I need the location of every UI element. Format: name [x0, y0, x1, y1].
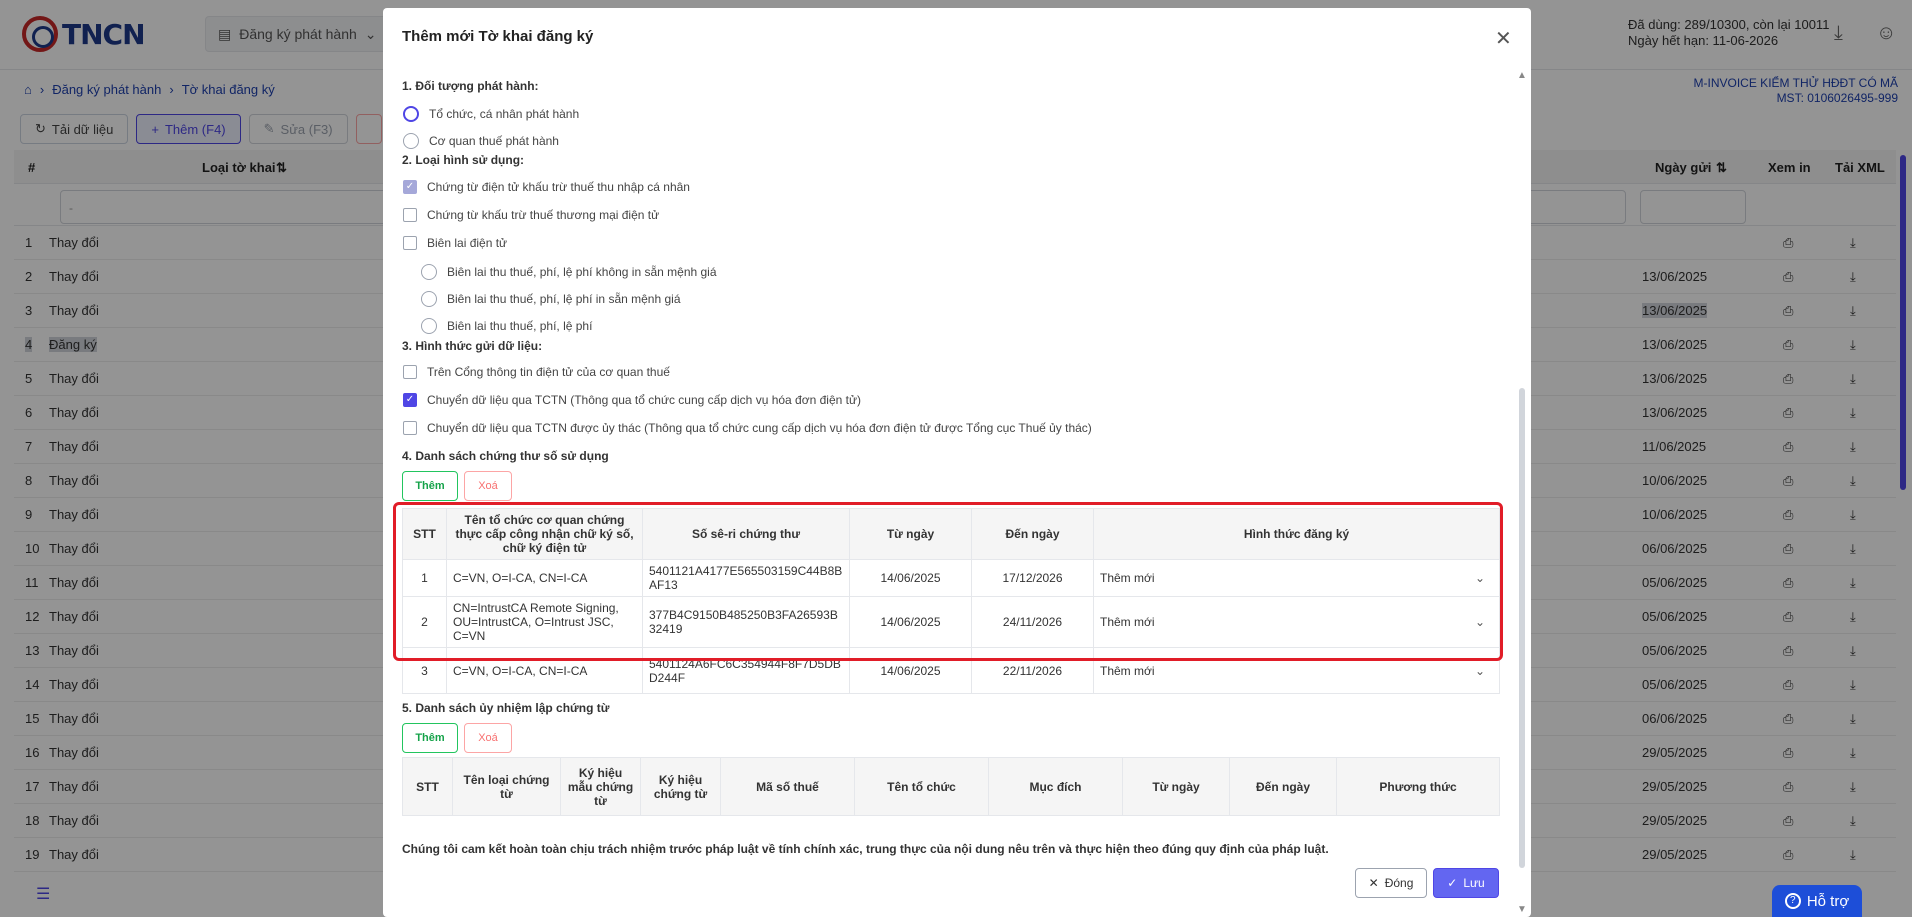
send-option-tctn[interactable]: ✓ Chuyển dữ liệu qua TCTN (Thông qua tổ …: [403, 393, 861, 407]
close-icon: ✕: [1368, 876, 1379, 890]
highlight-frame: [393, 502, 1503, 661]
option-label: Tổ chức, cá nhân phát hành: [429, 107, 580, 121]
radio-unselected[interactable]: [421, 291, 437, 307]
option-label: Biên lai thu thuế, phí, lệ phí in sẵn mệ…: [447, 292, 681, 306]
option-label: Chuyển dữ liệu qua TCTN (Thông qua tổ ch…: [427, 393, 861, 407]
add-delegation-button[interactable]: Thêm: [402, 723, 458, 753]
receipt-sub-option-2[interactable]: Biên lai thu thuế, phí, lệ phí in sẵn mệ…: [421, 291, 681, 307]
modal-title: Thêm mới Tờ khai đăng ký: [402, 28, 594, 45]
th-to: Đến ngày: [1229, 757, 1337, 816]
section2-title: 2. Loại hình sử dụng:: [402, 153, 525, 167]
section1-title: 1. Đối tượng phát hành:: [402, 79, 539, 93]
scroll-up-icon[interactable]: ▲: [1517, 70, 1527, 81]
option-label: Chuyển dữ liệu qua TCTN được ủy thác (Th…: [427, 421, 1092, 435]
help-icon: ?: [1784, 893, 1801, 909]
add-declaration-modal: Thêm mới Tờ khai đăng ký ✕ ▲ ▼ 1. Đối tư…: [383, 8, 1531, 917]
option-label: Biên lai thu thuế, phí, lệ phí không in …: [447, 265, 717, 279]
close-label: Đóng: [1384, 876, 1414, 890]
delegation-table-header: STT Tên loại chứng từ Ký hiệu mẫu chứng …: [402, 757, 1500, 816]
delete-certificate-button[interactable]: Xoá: [464, 471, 512, 501]
close-icon[interactable]: ✕: [1495, 26, 1512, 51]
save-label: Lưu: [1463, 876, 1485, 890]
section3-title: 3. Hình thức gửi dữ liệu:: [402, 339, 543, 353]
form-select-value: Thêm mới: [1100, 663, 1155, 678]
option-label: Biên lai điện tử: [427, 236, 508, 250]
issuer-option-org[interactable]: Tổ chức, cá nhân phát hành: [403, 106, 579, 122]
option-label: Cơ quan thuế phát hành: [429, 134, 559, 148]
modal-scrollbar[interactable]: [1519, 388, 1525, 868]
send-option-tctn-authorized[interactable]: Chuyển dữ liệu qua TCTN được ủy thác (Th…: [403, 421, 1092, 435]
check-icon: ✓: [1447, 876, 1458, 890]
receipt-sub-option-3[interactable]: Biên lai thu thuế, phí, lệ phí: [421, 318, 592, 334]
delegation-table: STT Tên loại chứng từ Ký hiệu mẫu chứng …: [402, 757, 1500, 816]
option-label: Trên Cổng thông tin điện tử của cơ quan …: [427, 365, 670, 379]
delete-delegation-button[interactable]: Xoá: [464, 723, 512, 753]
send-option-portal[interactable]: Trên Cổng thông tin điện tử của cơ quan …: [403, 365, 670, 379]
checkbox-unchecked[interactable]: [403, 421, 417, 435]
th-from: Từ ngày: [1122, 757, 1230, 816]
add-certificate-button[interactable]: Thêm: [402, 471, 458, 501]
issuer-option-tax[interactable]: Cơ quan thuế phát hành: [403, 133, 559, 149]
th-method: Phương thức: [1336, 757, 1500, 816]
th-template-symbol: Ký hiệu mẫu chứng từ: [560, 757, 641, 816]
th-purpose: Mục đích: [988, 757, 1123, 816]
th-org-name: Tên tổ chức: [854, 757, 989, 816]
close-button[interactable]: ✕ Đóng: [1355, 868, 1427, 898]
save-button[interactable]: ✓ Lưu: [1433, 868, 1499, 898]
option-label: Biên lai thu thuế, phí, lệ phí: [447, 319, 593, 333]
th-doc-type: Tên loại chứng từ: [452, 757, 561, 816]
checkbox-unchecked[interactable]: [403, 365, 417, 379]
chevron-down-icon[interactable]: ⌄: [1475, 664, 1485, 678]
option-label: Chứng từ điện tử khấu trừ thuế thu nhập …: [427, 180, 690, 194]
checkbox-unchecked[interactable]: [403, 208, 417, 222]
support-button[interactable]: ? Hỗ trợ: [1772, 885, 1862, 917]
option-label: Chứng từ khấu trừ thuế thương mại điện t…: [427, 208, 660, 222]
checkbox-checked-disabled[interactable]: ✓: [403, 180, 417, 194]
scroll-down-icon[interactable]: ▼: [1517, 904, 1527, 915]
checkbox-unchecked[interactable]: [403, 236, 417, 250]
radio-selected[interactable]: [403, 106, 419, 122]
radio-unselected[interactable]: [421, 318, 437, 334]
th-doc-symbol: Ký hiệu chứng từ: [640, 757, 721, 816]
section4-title: 4. Danh sách chứng thư số sử dụng: [402, 449, 609, 463]
radio-unselected[interactable]: [421, 264, 437, 280]
usage-option-ecommerce[interactable]: Chứng từ khấu trừ thuế thương mại điện t…: [403, 208, 659, 222]
section5-title: 5. Danh sách ủy nhiệm lập chứng từ: [402, 701, 610, 715]
receipt-sub-option-1[interactable]: Biên lai thu thuế, phí, lệ phí không in …: [421, 264, 717, 280]
usage-option-pit[interactable]: ✓ Chứng từ điện tử khấu trừ thuế thu nhậ…: [403, 180, 690, 194]
checkbox-checked[interactable]: ✓: [403, 393, 417, 407]
commitment-text: Chúng tôi cam kết hoàn toàn chịu trách n…: [402, 842, 1329, 856]
radio-unselected[interactable]: [403, 133, 419, 149]
support-label: Hỗ trợ: [1806, 892, 1850, 910]
usage-option-receipt[interactable]: Biên lai điện tử: [403, 236, 507, 250]
th-stt: STT: [402, 757, 453, 816]
th-tax-code: Mã số thuế: [720, 757, 855, 816]
